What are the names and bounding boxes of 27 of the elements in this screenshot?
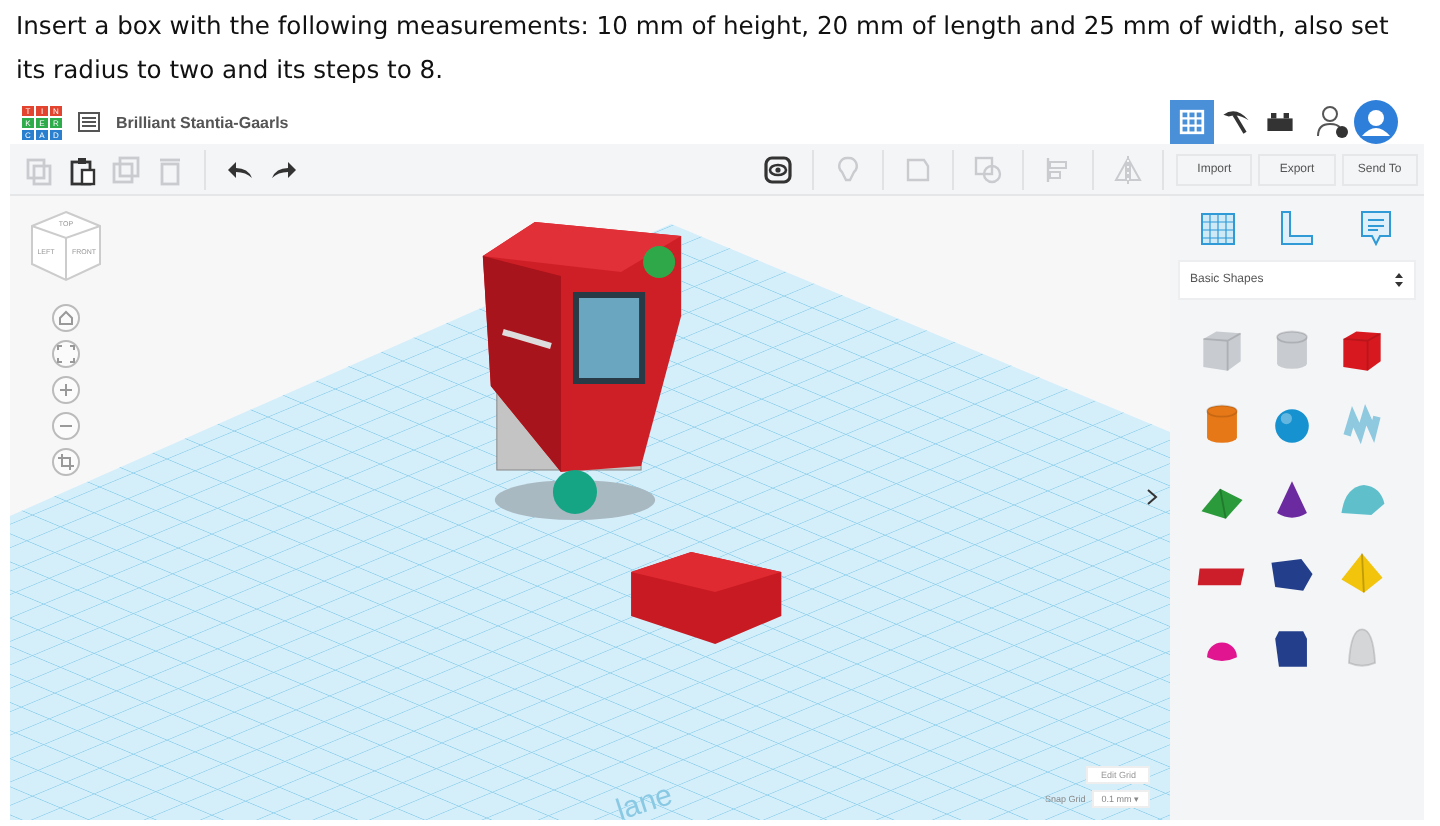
- zoom-in-button[interactable]: [52, 376, 80, 404]
- instruction-text: Insert a box with the following measurements: 10 mm of height, 20 mm of length and 25 mm of width, also set its radius to two and its steps to 8.: [14, 10, 1391, 88]
- fit-icon: [56, 344, 76, 364]
- robot-model-drawing[interactable]: [482, 222, 682, 520]
- eye-button[interactable]: [762, 153, 794, 185]
- zoom-out-button[interactable]: [52, 412, 80, 440]
- chevron-icon[interactable]: [1146, 488, 1158, 506]
- home-icon: [56, 308, 76, 328]
- perspective-button[interactable]: [52, 448, 80, 476]
- brick-icon: [1267, 113, 1293, 131]
- list-icon[interactable]: [78, 112, 100, 132]
- workplane-icon[interactable]: [1197, 208, 1238, 248]
- crop-icon: [56, 452, 76, 472]
- fit-view-button[interactable]: [52, 340, 80, 368]
- home-button[interactable]: [52, 304, 80, 332]
- paste-button[interactable]: [66, 153, 98, 185]
- note-icon[interactable]: [1356, 208, 1397, 248]
- pickaxe-icon: [1223, 111, 1249, 134]
- grid-icon: [1179, 109, 1205, 135]
- add-user-icon[interactable]: [1314, 104, 1350, 140]
- workplane-label: lane: [612, 778, 677, 820]
- ruler-icon[interactable]: [1276, 208, 1317, 248]
- box-shape[interactable]: [631, 552, 782, 644]
- project-name[interactable]: Brilliant Stantia-Gaarls: [116, 113, 289, 131]
- plus-icon: [56, 380, 76, 400]
- avatar-icon[interactable]: [1354, 100, 1398, 144]
- sort-icon: [1394, 272, 1404, 288]
